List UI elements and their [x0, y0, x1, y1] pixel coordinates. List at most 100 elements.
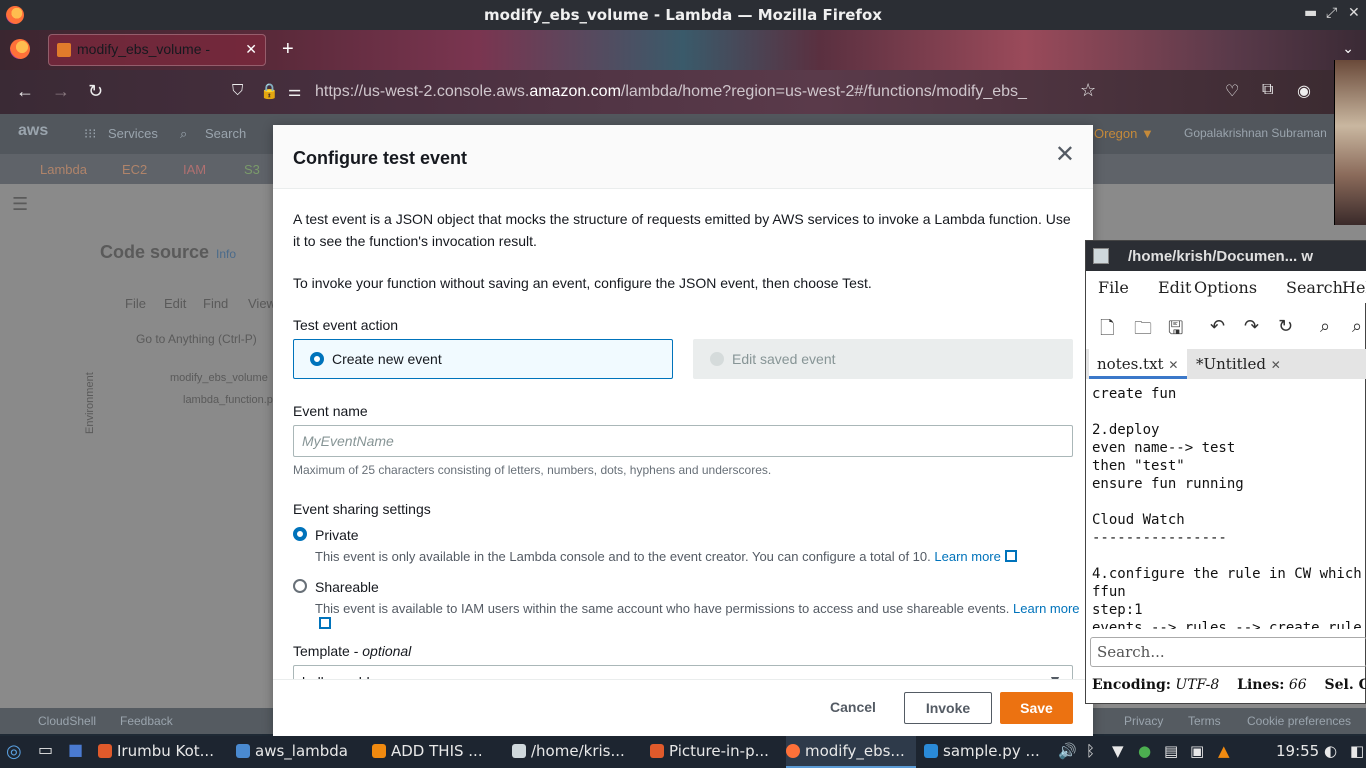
shareable-learn-more-link[interactable]: Learn more — [1013, 601, 1079, 616]
maximize-icon[interactable]: ⤢ — [1326, 5, 1337, 21]
editor-text-area[interactable]: create fun 2.deploy even name--> test th… — [1092, 385, 1366, 629]
edit-saved-event-option: Edit saved event — [693, 339, 1073, 379]
modal-close-icon[interactable]: ✕ — [1055, 143, 1075, 167]
status-icon[interactable]: ● — [1138, 742, 1151, 760]
lambda-favicon-icon — [57, 43, 71, 57]
redo-icon[interactable]: ↷ — [1244, 316, 1259, 337]
event-name-input[interactable] — [294, 426, 1072, 456]
drive-icon[interactable]: ▣ — [1190, 742, 1204, 760]
shield-icon[interactable]: ⛉ — [232, 82, 243, 99]
invoke-button[interactable]: Invoke — [904, 692, 992, 724]
taskbar-item-brave-1[interactable]: Irumbu Kot... — [98, 736, 214, 768]
editor-menu-search[interactable]: Search — [1286, 278, 1343, 297]
workspace-icon[interactable]: ■ — [68, 740, 83, 759]
start-menu-icon[interactable]: ◎ — [6, 741, 22, 762]
aws-logo: aws — [18, 122, 49, 139]
permissions-icon[interactable]: ⚌ — [288, 82, 301, 100]
taskbar-item-vscode[interactable]: sample.py ... — [924, 736, 1040, 768]
tab-close-icon[interactable]: ✕ — [1168, 358, 1178, 372]
firefox-view-icon[interactable] — [10, 39, 30, 59]
forward-icon[interactable]: → — [52, 81, 70, 102]
editor-tab-notes[interactable]: notes.txt ✕ — [1089, 349, 1187, 379]
modal-header: Configure test event ✕ — [273, 125, 1093, 189]
taskbar-item-pip[interactable]: Picture-in-p... — [650, 736, 769, 768]
modal-title: Configure test event — [293, 148, 468, 168]
edit-saved-event-label: Edit saved event — [732, 351, 836, 367]
reload-icon[interactable]: ↻ — [88, 81, 103, 102]
taskbar: ◎ ▭ ■ Irumbu Kot... aws_lambda ADD THIS … — [0, 736, 1366, 768]
create-new-event-radio[interactable] — [310, 352, 324, 366]
private-radio[interactable] — [293, 527, 307, 541]
cookie-link: Cookie preferences — [1247, 714, 1352, 728]
url-text[interactable]: https://us-west-2.console.aws.amazon.com… — [315, 83, 1085, 101]
window-titlebar: modify_ebs_volume - Lambda — Mozilla Fir… — [0, 0, 1366, 30]
notifications-icon[interactable]: ◐ — [1324, 742, 1337, 760]
bluetooth-icon[interactable]: ᛒ — [1086, 742, 1095, 760]
event-name-field[interactable] — [293, 425, 1073, 457]
pocket-icon[interactable]: ♡ — [1225, 81, 1239, 101]
new-file-icon[interactable]: 🗋 — [1100, 316, 1114, 346]
editor-tab-untitled[interactable]: *Untitled ✕ — [1190, 349, 1290, 379]
editor-search-field[interactable]: Search... — [1090, 637, 1366, 667]
close-window-icon[interactable]: ✕ — [1348, 5, 1360, 21]
account-icon[interactable]: ◉ — [1297, 81, 1311, 101]
tab-close-icon[interactable]: ✕ — [1271, 358, 1281, 372]
refresh-icon[interactable]: ↻ — [1278, 316, 1293, 337]
cloudshell-link: CloudShell — [38, 714, 97, 728]
taskbar-item-firefox[interactable]: modify_ebs... — [786, 736, 916, 768]
edit-saved-event-radio — [710, 352, 724, 366]
picture-in-picture-video[interactable] — [1334, 60, 1366, 225]
show-desktop-icon[interactable]: ▭ — [38, 740, 53, 759]
new-tab-icon[interactable]: + — [282, 38, 294, 61]
configure-test-event-modal: Configure test event ✕ A test event is a… — [273, 125, 1093, 736]
cancel-button[interactable]: Cancel — [813, 692, 893, 724]
save-file-icon[interactable]: 🖫 — [1168, 316, 1183, 346]
editor-menubar: File Edit Options Search Help — [1086, 271, 1366, 303]
back-icon[interactable]: ← — [16, 81, 34, 102]
minimize-icon[interactable]: ▬ — [1304, 5, 1317, 21]
create-new-event-option[interactable]: Create new event — [293, 339, 673, 379]
replace-icon[interactable]: ⌕ — [1352, 316, 1362, 337]
power-icon[interactable]: ◧ — [1350, 742, 1364, 760]
editor-menu-edit[interactable]: Edit — [1158, 278, 1191, 297]
lock-icon[interactable]: 🔒 — [260, 82, 279, 100]
navigation-bar: ← → ↻ ⛉ 🔒 ⚌ https://us-west-2.console.aw… — [0, 70, 1366, 114]
vlc-tray-icon[interactable]: ▲ — [1218, 742, 1230, 760]
list-tabs-icon[interactable]: ⌄ — [1342, 40, 1354, 57]
find-icon[interactable]: ⌕ — [1320, 316, 1330, 337]
privacy-link: Privacy — [1124, 714, 1164, 728]
extensions-icon[interactable]: ⧉ — [1262, 81, 1273, 99]
shareable-label[interactable]: Shareable — [315, 579, 379, 595]
taskbar-item-folder[interactable]: aws_lambda — [236, 736, 348, 768]
url-bar[interactable]: ⛉ 🔒 ⚌ https://us-west-2.console.aws.amaz… — [228, 76, 1108, 108]
browser-tab-active[interactable]: modify_ebs_volume - ✕ — [48, 34, 266, 66]
bookmark-star-icon[interactable]: ☆ — [1080, 80, 1096, 101]
clock[interactable]: 19:55 — [1276, 742, 1319, 760]
template-select[interactable]: hello-world ▼ — [293, 665, 1073, 679]
editor-statusbar: Encoding: UTF-8 Lines: 66 Sel. C — [1092, 677, 1366, 693]
editor-menu-options[interactable]: Options — [1194, 278, 1257, 297]
folder-item: modify_ebs_volume — [170, 372, 268, 384]
browser-tab-label: modify_ebs_volume - — [77, 41, 211, 57]
editor-toolbar: 🗋 🗀 🖫 ↶ ↷ ↻ ⌕ ⌕ — [1086, 307, 1366, 347]
user-menu: Gopalakrishnan Subraman — [1184, 126, 1327, 140]
volume-icon[interactable]: 🔊 — [1058, 742, 1077, 760]
taskbar-item-vlc[interactable]: ADD THIS ... — [372, 736, 483, 768]
undo-icon[interactable]: ↶ — [1210, 316, 1225, 337]
private-label[interactable]: Private — [315, 527, 359, 543]
save-button[interactable]: Save — [1000, 692, 1073, 724]
tab-close-icon[interactable]: ✕ — [245, 41, 257, 58]
open-file-icon[interactable]: 🗀 — [1134, 316, 1152, 346]
editor-menu-file[interactable]: File — [1098, 278, 1129, 297]
external-link-icon — [319, 617, 331, 629]
services-menu: Services — [108, 126, 158, 141]
editor-title: /home/krish/Documen... w — [1128, 248, 1314, 265]
wifi-icon[interactable]: ▼ — [1112, 742, 1124, 760]
private-learn-more-link[interactable]: Learn more — [934, 549, 1000, 564]
shareable-radio[interactable] — [293, 579, 307, 593]
template-label: Template - optional — [293, 643, 412, 659]
aws-search-icon: ⌕ — [180, 126, 188, 141]
taskbar-item-editor[interactable]: /home/kris... — [512, 736, 625, 768]
editor-menu-help[interactable]: Help — [1342, 278, 1366, 297]
clipboard-icon[interactable]: ▤ — [1164, 742, 1178, 760]
